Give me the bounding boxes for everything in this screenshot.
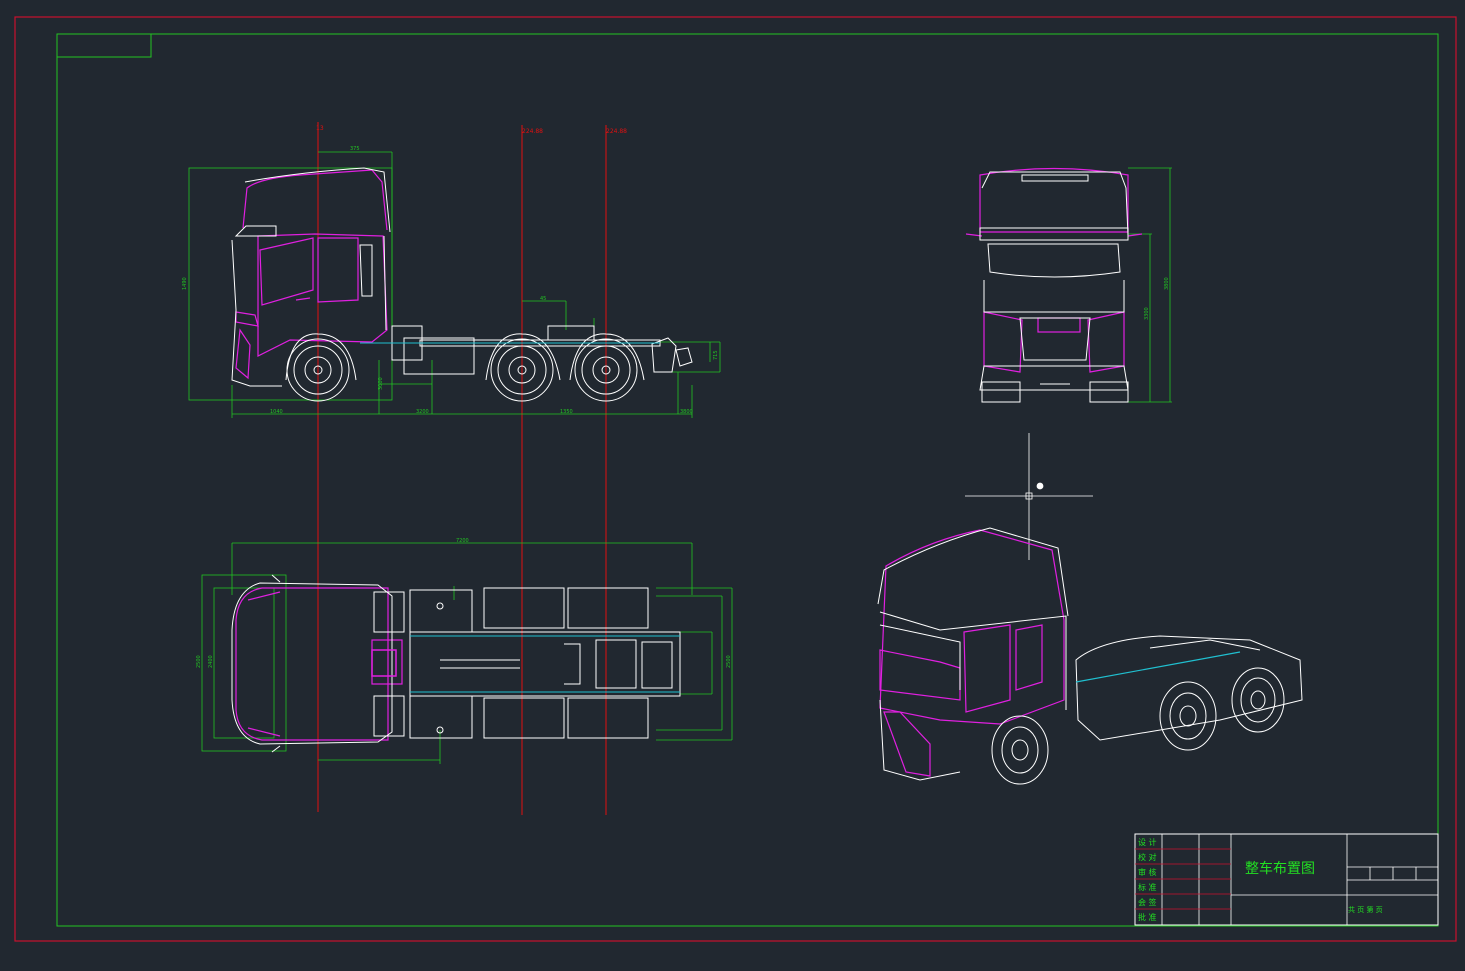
title-row-countersign: 会 签: [1138, 897, 1157, 907]
drawing-background: [0, 0, 1465, 971]
dim-top-inner-width: 2400: [208, 655, 214, 668]
dim-front-height: 3800: [1164, 277, 1170, 290]
title-row-check: 校 对: [1138, 852, 1157, 862]
dim-top-width: 2500: [196, 655, 202, 668]
title-row-standard: 标 准: [1138, 882, 1157, 892]
title-row-review: 审 核: [1138, 867, 1157, 877]
centerline-label-2: 224.88: [522, 128, 543, 135]
dim-side-rear-overhang: 3800: [680, 409, 693, 415]
title-row-design: 设 计: [1138, 837, 1157, 847]
dim-side-gap: 3000: [378, 377, 384, 390]
dim-side-wheelbase: 3200: [416, 409, 429, 415]
dim-top-rear-width: 2500: [726, 655, 732, 668]
dim-front-cab-height: 3300: [1144, 307, 1150, 320]
title-row-approve: 批 准: [1138, 912, 1157, 922]
sheet-note: 共 页 第 页: [1348, 905, 1383, 914]
dim-side-fifth-wheel: 45: [540, 296, 546, 302]
cad-drawing-canvas[interactable]: 13 224.88 224.88 1490 375 1040 3200 1350…: [0, 0, 1465, 971]
drawing-title: 整车布置图: [1245, 860, 1315, 877]
dim-side-frame-height: 715: [713, 350, 719, 360]
dim-side-cab-top: 375: [350, 146, 360, 152]
dim-side-front-overhang: 1040: [270, 409, 283, 415]
dim-side-height: 1490: [182, 277, 188, 290]
centerline-label-3: 224.88: [606, 128, 627, 135]
dim-top-length: 7200: [456, 538, 469, 544]
dim-side-axle-spread: 1350: [560, 409, 573, 415]
centerline-label-1: 13: [316, 125, 324, 132]
